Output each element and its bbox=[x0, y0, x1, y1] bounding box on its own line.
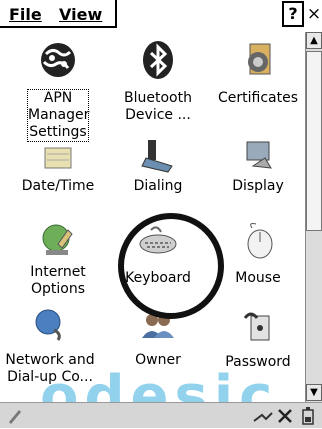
item-label: Dialing bbox=[133, 178, 183, 194]
menu-group: File View bbox=[0, 0, 117, 28]
pen-icon[interactable] bbox=[6, 407, 24, 425]
display-icon bbox=[246, 141, 272, 169]
vertical-scrollbar[interactable]: ▲ ▼ bbox=[305, 32, 322, 402]
battery-icon[interactable] bbox=[298, 406, 318, 426]
highlight-circle bbox=[118, 213, 224, 319]
item-label: APN Manager Settings bbox=[27, 89, 90, 142]
item-display[interactable]: Display bbox=[208, 138, 308, 208]
taskbar bbox=[0, 402, 322, 428]
network-icon bbox=[35, 309, 61, 341]
bluetooth-icon bbox=[143, 41, 173, 79]
certificate-icon bbox=[248, 43, 271, 75]
item-label: Internet Options bbox=[30, 264, 86, 297]
help-button[interactable]: ? bbox=[282, 1, 304, 27]
item-dialing[interactable]: Dialing bbox=[108, 138, 208, 208]
scroll-thumb[interactable] bbox=[306, 51, 322, 231]
item-internet-options[interactable]: Internet Options bbox=[8, 222, 108, 312]
item-label: Date/Time bbox=[21, 178, 95, 194]
calendar-icon bbox=[44, 147, 72, 169]
item-bluetooth-device[interactable]: Bluetooth Device ... bbox=[108, 38, 208, 138]
mouse-icon bbox=[247, 223, 273, 259]
item-date-time[interactable]: Date/Time bbox=[8, 147, 108, 208]
menu-view[interactable]: View bbox=[59, 5, 102, 24]
disconnected-icon[interactable] bbox=[276, 407, 294, 425]
phone-icon bbox=[141, 140, 173, 173]
menu-file[interactable]: File bbox=[9, 5, 42, 24]
scroll-down-button[interactable]: ▼ bbox=[306, 384, 322, 401]
internet-icon bbox=[42, 224, 73, 255]
password-icon bbox=[243, 312, 270, 341]
close-button[interactable]: × bbox=[306, 2, 322, 26]
connection-icon[interactable] bbox=[252, 407, 274, 425]
globe-icon bbox=[41, 43, 75, 77]
menu-bar: File View ? × bbox=[0, 0, 322, 32]
item-certificates[interactable]: Certificates bbox=[208, 38, 308, 138]
item-label: Bluetooth Device ... bbox=[124, 90, 192, 123]
scroll-up-button[interactable]: ▲ bbox=[306, 32, 322, 49]
item-label: Display bbox=[232, 178, 284, 194]
item-apn-manager-settings[interactable]: APN Manager Settings bbox=[8, 38, 108, 148]
item-label: Certificates bbox=[217, 90, 298, 106]
